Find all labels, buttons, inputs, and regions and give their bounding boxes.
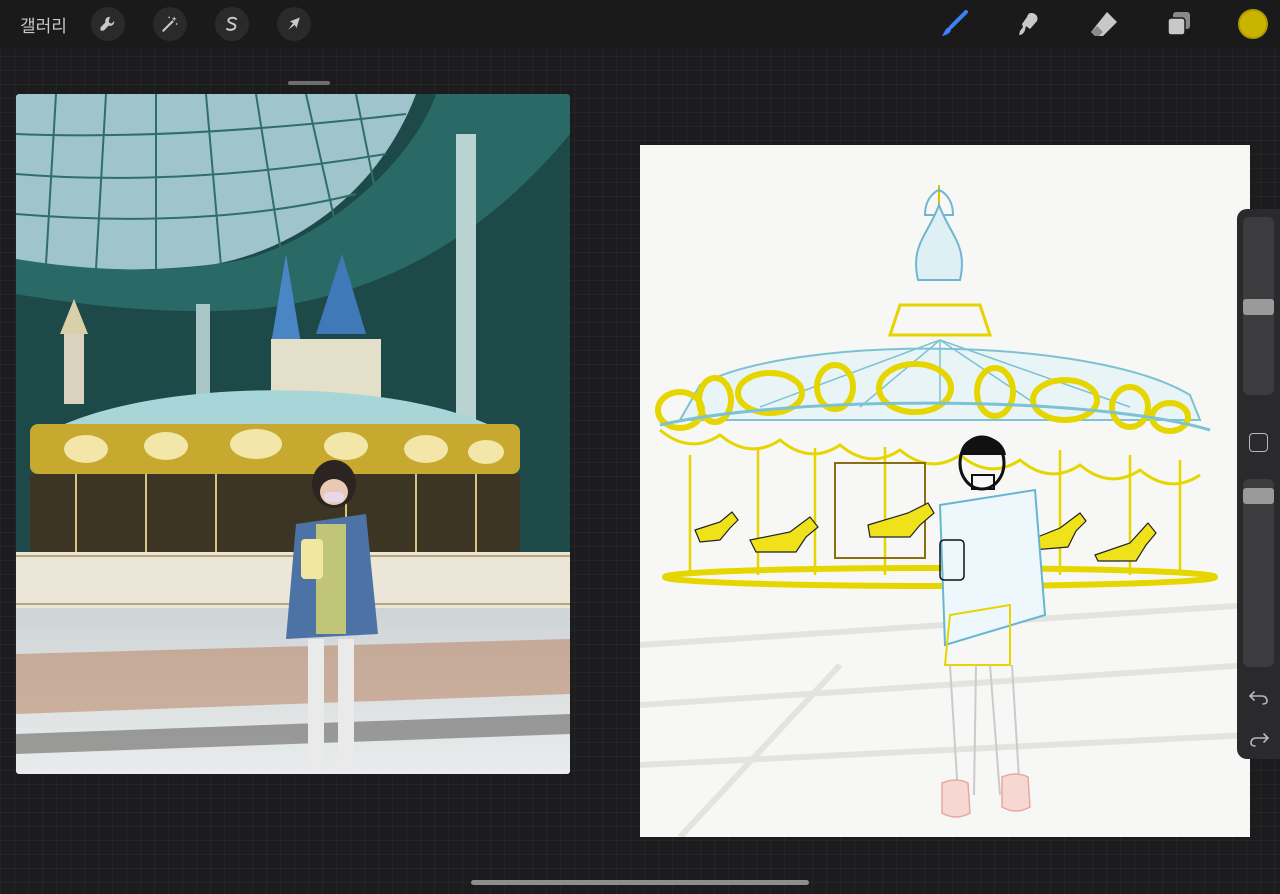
undo-button[interactable] xyxy=(1247,685,1271,709)
transform-button[interactable] xyxy=(277,7,311,41)
brush-size-knob[interactable] xyxy=(1243,299,1274,315)
brush-icon xyxy=(942,10,968,36)
smudge-tool-button[interactable] xyxy=(1013,8,1045,40)
modify-button[interactable] xyxy=(1249,433,1268,452)
wrench-icon xyxy=(100,16,115,31)
selection-button[interactable] xyxy=(215,7,249,41)
brush-tool-button[interactable] xyxy=(938,8,970,40)
actions-button[interactable] xyxy=(91,7,125,41)
magic-wand-icon xyxy=(162,16,178,32)
reference-photo[interactable] xyxy=(16,94,570,774)
gallery-button[interactable]: 갤러리 xyxy=(20,12,67,37)
undo-icon xyxy=(1249,691,1268,705)
carousel-illustration xyxy=(639,185,1251,840)
color-picker-button[interactable] xyxy=(1238,9,1268,39)
redo-icon xyxy=(1250,733,1269,747)
brush-size-slider[interactable] xyxy=(1243,217,1274,395)
smudge-icon xyxy=(1019,13,1038,35)
home-indicator[interactable] xyxy=(471,880,809,885)
opacity-slider[interactable] xyxy=(1243,479,1274,667)
selection-s-icon xyxy=(226,16,238,31)
opacity-knob[interactable] xyxy=(1243,488,1274,504)
eraser-tool-button[interactable] xyxy=(1088,8,1120,40)
top-toolbar: 갤러리 xyxy=(0,0,1280,48)
eraser-icon xyxy=(1091,12,1117,36)
layers-icon xyxy=(1167,12,1190,36)
adjustments-button[interactable] xyxy=(153,7,187,41)
carousel-photo-image xyxy=(16,94,570,774)
redo-button[interactable] xyxy=(1247,727,1271,751)
layers-button[interactable] xyxy=(1163,8,1195,40)
drawing-canvas[interactable] xyxy=(639,145,1251,840)
transform-arrow-icon xyxy=(288,17,300,30)
reference-window-grabber[interactable] xyxy=(288,81,330,85)
brush-sidebar xyxy=(1237,209,1280,759)
